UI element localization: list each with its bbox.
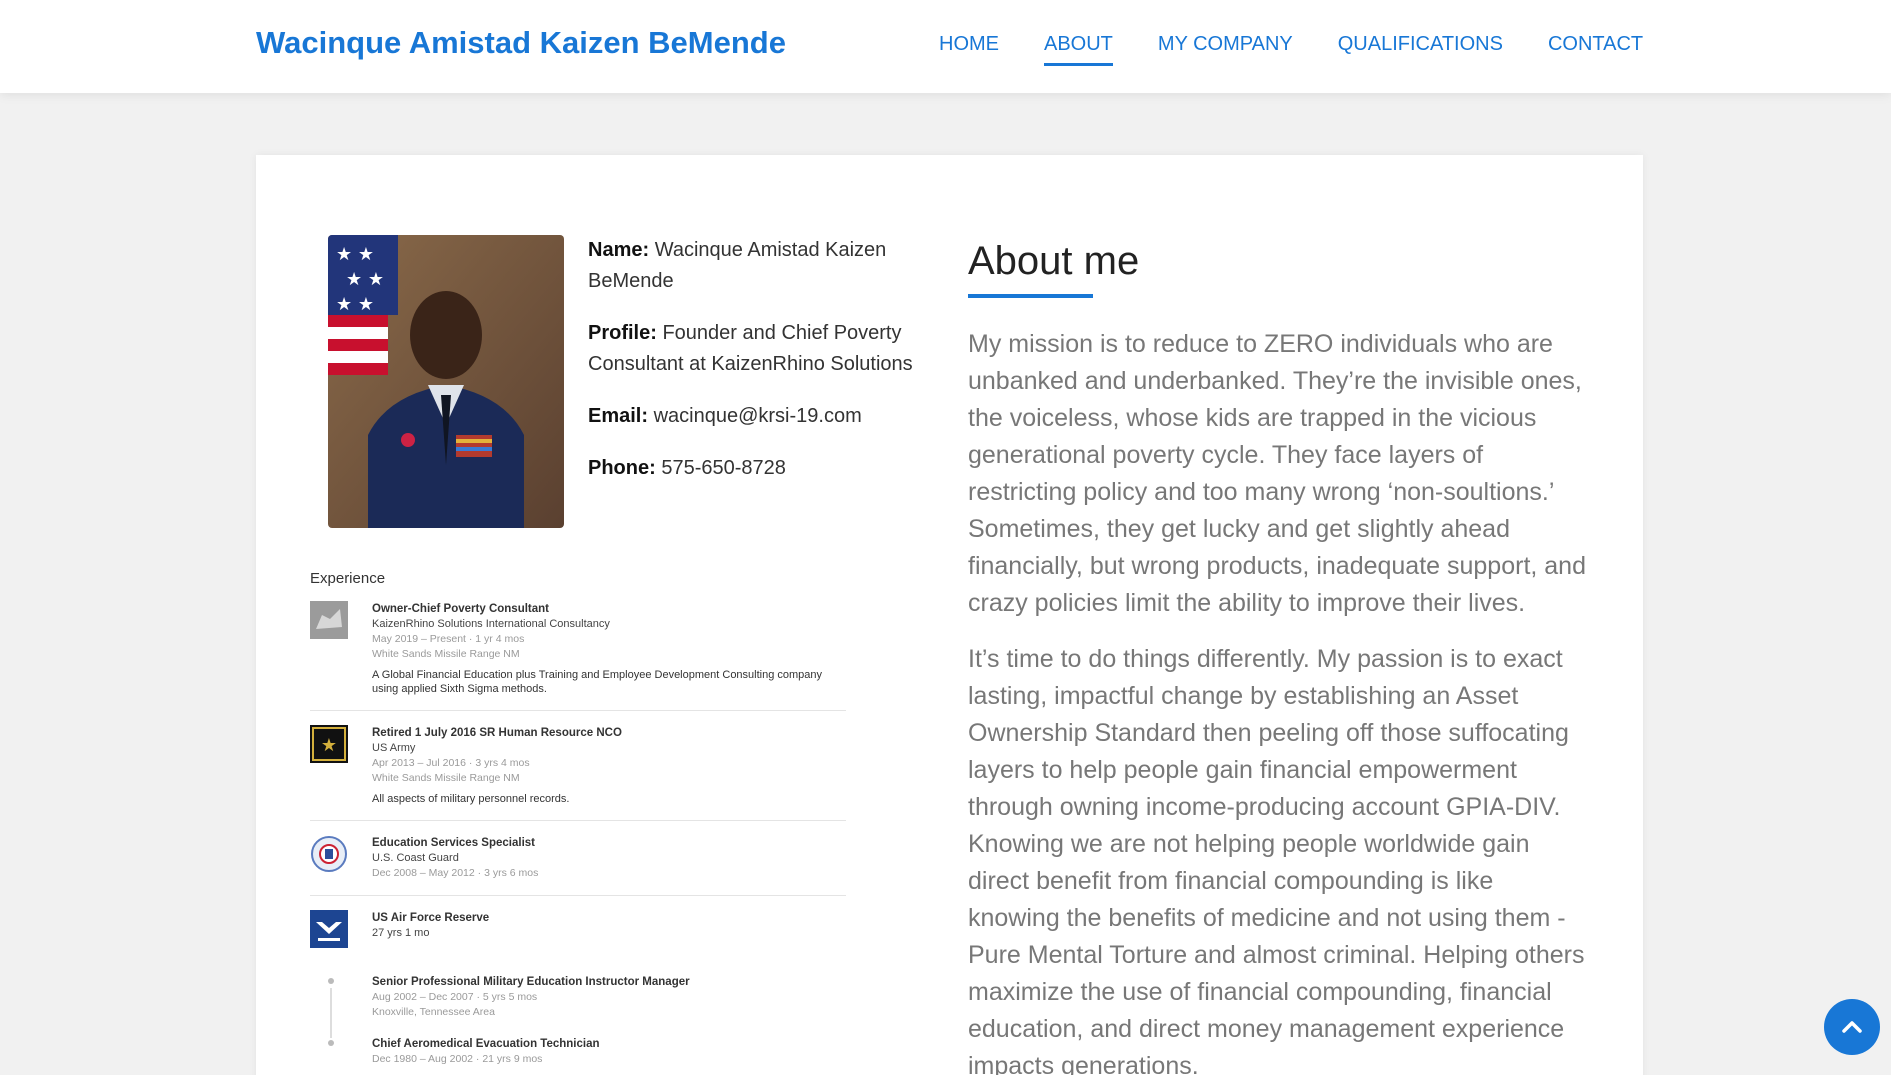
about-section: About me My mission is to reduce to ZERO… bbox=[968, 235, 1588, 1075]
site-brand[interactable]: Wacinque Amistad Kaizen BeMende bbox=[256, 25, 786, 61]
job-title: Education Services Specialist bbox=[372, 837, 535, 849]
phone-value[interactable]: 575-650-8728 bbox=[661, 457, 786, 479]
nav-about[interactable]: ABOUT bbox=[1044, 33, 1113, 66]
timeline-dot bbox=[328, 1040, 334, 1046]
navbar: Wacinque Amistad Kaizen BeMende HOME ABO… bbox=[0, 0, 1891, 93]
email-value[interactable]: wacinque@krsi-19.com bbox=[654, 405, 862, 427]
info-profile: Profile: Founder and Chief Poverty Consu… bbox=[588, 318, 918, 380]
about-card: ★ ★ ★ ★ ★ ★ Name: Wacinque Amistad Kaize… bbox=[256, 155, 1643, 1075]
sub-role: Chief Aeromedical Evacuation Technician … bbox=[310, 1036, 830, 1067]
svg-text:★ ★: ★ ★ bbox=[336, 244, 374, 265]
email-label: Email: bbox=[588, 405, 649, 427]
heading-underline bbox=[968, 294, 1093, 298]
sub-role: Senior Professional Military Education I… bbox=[310, 974, 830, 1038]
phone-label: Phone: bbox=[588, 457, 656, 479]
svg-text:★ ★: ★ ★ bbox=[336, 294, 374, 315]
timeline-line bbox=[330, 988, 332, 1038]
role-title: Senior Professional Military Education I… bbox=[372, 976, 690, 988]
job-title: Retired 1 July 2016 SR Human Resource NC… bbox=[372, 727, 622, 739]
svg-text:★ ★: ★ ★ bbox=[346, 269, 384, 290]
nav-home[interactable]: HOME bbox=[939, 33, 999, 66]
main-nav: HOME ABOUT MY COMPANY QUALIFICATIONS CON… bbox=[939, 33, 1688, 66]
job-duration: 27 yrs 1 mo bbox=[372, 927, 430, 939]
nav-qualifications[interactable]: QUALIFICATIONS bbox=[1338, 33, 1503, 66]
job-company: US Army bbox=[372, 742, 416, 754]
job-item: Owner-Chief Poverty Consultant KaizenRhi… bbox=[310, 601, 846, 711]
rhino-logo-icon bbox=[310, 601, 348, 639]
nav-contact[interactable]: CONTACT bbox=[1548, 33, 1643, 66]
job-dates: Dec 2008 – May 2012 · 3 yrs 6 mos bbox=[372, 867, 539, 879]
profile-photo: ★ ★ ★ ★ ★ ★ bbox=[328, 235, 564, 528]
svg-text:★: ★ bbox=[321, 735, 337, 756]
army-star-icon: ★ bbox=[310, 725, 348, 763]
chevron-up-icon bbox=[1842, 1021, 1862, 1033]
job-company: U.S. Coast Guard bbox=[372, 852, 459, 864]
job-dates: Apr 2013 – Jul 2016 · 3 yrs 4 mos bbox=[372, 757, 530, 769]
contact-info: Name: Wacinque Amistad Kaizen BeMende Pr… bbox=[588, 235, 918, 505]
job-description: A Global Financial Education plus Traini… bbox=[372, 669, 823, 695]
info-phone: Phone: 575-650-8728 bbox=[588, 453, 918, 484]
job-title: Owner-Chief Poverty Consultant bbox=[372, 603, 549, 615]
role-dates: Aug 2002 – Dec 2007 · 5 yrs 5 mos bbox=[372, 991, 538, 1003]
role-location: Knoxville, Tennessee Area bbox=[372, 1006, 495, 1018]
about-heading: About me bbox=[968, 239, 1140, 283]
air-force-logo-icon bbox=[310, 910, 348, 948]
experience-section: Experience Owner-Chief Poverty Consultan… bbox=[310, 570, 846, 1067]
job-company: KaizenRhino Solutions International Cons… bbox=[372, 618, 610, 630]
coast-guard-seal-icon bbox=[310, 835, 348, 873]
back-to-top-button[interactable] bbox=[1824, 999, 1880, 1055]
nav-my-company[interactable]: MY COMPANY bbox=[1158, 33, 1293, 66]
role-dates: Dec 1980 – Aug 2002 · 21 yrs 9 mos bbox=[372, 1053, 543, 1065]
job-item: ★ Retired 1 July 2016 SR Human Resource … bbox=[310, 725, 846, 821]
job-dates: May 2019 – Present · 1 yr 4 mos bbox=[372, 633, 525, 645]
experience-title: Experience bbox=[310, 570, 386, 587]
about-paragraph-2: It’s time to do things differently. My p… bbox=[968, 645, 1585, 1075]
job-description: All aspects of military personnel record… bbox=[372, 793, 570, 805]
info-name: Name: Wacinque Amistad Kaizen BeMende bbox=[588, 235, 918, 297]
about-paragraph-1: My mission is to reduce to ZERO individu… bbox=[968, 330, 1586, 617]
info-email: Email: wacinque@krsi-19.com bbox=[588, 401, 918, 432]
timeline-dot bbox=[328, 978, 334, 984]
job-item: Education Services Specialist U.S. Coast… bbox=[310, 835, 846, 896]
role-title: Chief Aeromedical Evacuation Technician bbox=[372, 1038, 600, 1050]
profile-label: Profile: bbox=[588, 322, 657, 344]
job-item: US Air Force Reserve 27 yrs 1 mo bbox=[310, 910, 846, 962]
job-location: White Sands Missile Range NM bbox=[372, 648, 520, 660]
job-title: US Air Force Reserve bbox=[372, 912, 490, 924]
job-location: White Sands Missile Range NM bbox=[372, 772, 520, 784]
name-label: Name: bbox=[588, 239, 650, 261]
